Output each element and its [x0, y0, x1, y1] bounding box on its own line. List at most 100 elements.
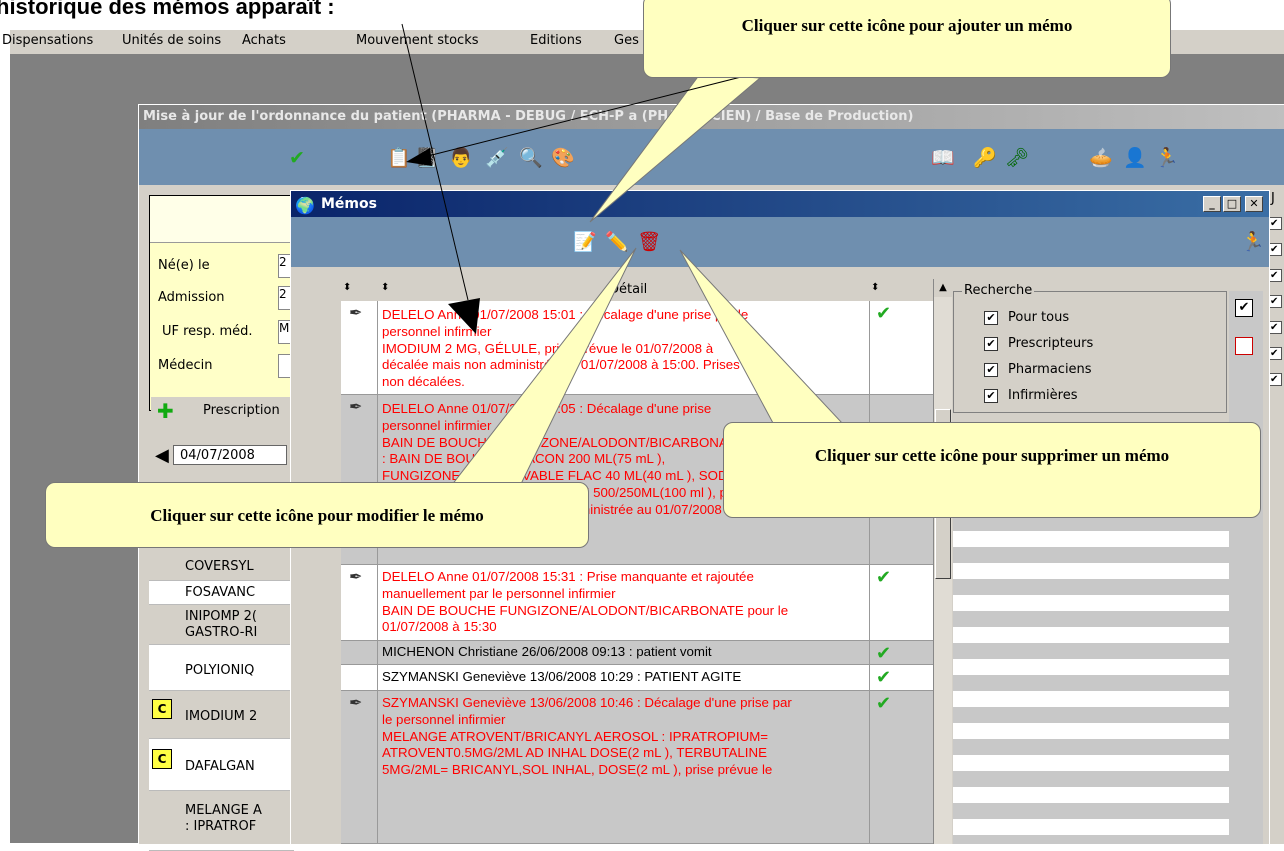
close-button[interactable]: ✕ [1245, 196, 1263, 212]
sort-icon[interactable]: ⬍ [381, 282, 389, 293]
drug-name: IMODIUM 2 [185, 709, 258, 724]
menu-achats[interactable]: Achats [242, 33, 286, 48]
c-badge-icon: C [152, 749, 172, 769]
table-row[interactable]: ✒ DELELO Anne 01/07/2008 15:31 : Prise m… [341, 565, 933, 641]
search-legend: Recherche [962, 283, 1035, 298]
delete-memo-icon[interactable]: 🗑 [637, 231, 661, 253]
previous-date-arrow-icon[interactable]: ◀ [155, 445, 169, 466]
key-icon[interactable]: 🔑 [973, 147, 997, 169]
result-line [953, 595, 1229, 611]
filter-label: Pharmaciens [1008, 362, 1092, 377]
filter-label: Infirmières [1008, 388, 1078, 403]
table-row[interactable]: SZYMANSKI Geneviève 13/06/2008 10:29 : P… [341, 665, 933, 691]
result-line [953, 627, 1229, 643]
delete-memo-callout: Cliquer sur cette icône pour supprimer u… [723, 422, 1261, 518]
strip-checkbox[interactable]: ✔ [1269, 321, 1282, 334]
strip-checkbox[interactable]: ✔ [1269, 269, 1282, 282]
filter-prescripteurs[interactable]: ✔ Prescripteurs [984, 336, 1093, 351]
checkbox[interactable]: ✔ [984, 310, 998, 325]
table-row[interactable]: MICHENON Christiane 26/06/2008 09:13 : p… [341, 641, 933, 665]
checkbox[interactable]: ✔ [984, 362, 998, 377]
edit-memo-callout: Cliquer sur cette icône pour modifier le… [45, 482, 589, 548]
date-input[interactable]: 04/07/2008 [173, 445, 287, 465]
list-item[interactable]: COVERSYL [149, 551, 294, 581]
strip-checkbox[interactable]: ✔ [1269, 373, 1282, 386]
strip-checkbox[interactable]: ✔ [1269, 217, 1282, 230]
strip-checkbox[interactable]: ✔ [1269, 347, 1282, 360]
select-all-icon[interactable]: ✔ [1235, 299, 1253, 317]
open-book-icon[interactable]: 📖 [931, 147, 955, 169]
strip-checkbox[interactable]: ✔ [1269, 243, 1282, 256]
menu-mouvement-stocks[interactable]: Mouvement stocks [356, 33, 479, 48]
memo-grid-header: ⬍ ⬍ Détail ⬍ [341, 279, 933, 302]
drug-name: POLYIONIQ [185, 663, 255, 678]
menu-editions[interactable]: Editions [530, 33, 582, 48]
scroll-up-arrow-icon[interactable]: ▲ [934, 279, 952, 297]
drug-name: FOSAVANC [185, 585, 256, 600]
pen-icon: ✒ [349, 303, 363, 322]
user-icon[interactable]: 👤 [1123, 147, 1147, 169]
validate-icon[interactable]: ✔ [289, 147, 305, 169]
result-line [953, 819, 1229, 835]
pen-icon: ✒ [349, 397, 363, 416]
doctor-icon[interactable]: 👨 [449, 147, 473, 169]
menu-gestion[interactable]: Ges [614, 33, 639, 48]
filter-pharmaciens[interactable]: ✔ Pharmaciens [984, 362, 1092, 377]
list-item[interactable]: MELANGE A : IPRATROF [149, 791, 294, 851]
app-globe-icon: 🌍 [295, 196, 315, 215]
pen-icon: ✒ [349, 567, 363, 586]
edit-memo-icon[interactable]: ✏️ [605, 231, 629, 253]
list-item[interactable]: C DAFALGAN [149, 739, 294, 791]
check-icon: ✔ [876, 693, 892, 714]
search-doc-icon[interactable]: 🔍 [519, 147, 543, 169]
table-row[interactable]: ✒ SZYMANSKI Geneviève 13/06/2008 10:46 :… [341, 691, 933, 844]
check-icon: ✔ [876, 643, 892, 664]
check-icon: ✔ [876, 567, 892, 588]
sort-icon[interactable]: ⬍ [871, 282, 879, 293]
add-prescription-icon[interactable]: ✚ [157, 399, 174, 423]
memo-scrollbar[interactable]: ▲ [933, 279, 952, 844]
minimize-button[interactable]: _ [1203, 196, 1221, 212]
list-item[interactable]: C IMODIUM 2 [149, 691, 294, 739]
exit-icon[interactable]: 🏃 [1241, 231, 1265, 253]
list-item[interactable]: POLYIONIQ [149, 645, 294, 691]
palette-icon[interactable]: 🎨 [551, 147, 575, 169]
filter-pour-tous[interactable]: ✔ Pour tous [984, 310, 1069, 325]
result-line [953, 659, 1229, 675]
sort-icon[interactable]: ⬍ [343, 282, 351, 293]
maximize-button[interactable]: □ [1223, 196, 1241, 212]
menu-dispensations[interactable]: Dispensations [2, 33, 93, 48]
prescription-tab[interactable]: ✚ Prescription [151, 397, 291, 425]
detail-column-header[interactable]: Détail [609, 282, 647, 297]
window-title: Mise à jour de l'ordonnance du patient (… [139, 105, 1284, 129]
pie-chart-icon[interactable]: 🥧 [1089, 147, 1113, 169]
menu-unites-de-soins[interactable]: Unités de soins [122, 33, 221, 48]
delete-memo-callout-text: Cliquer sur cette icône pour supprimer u… [814, 446, 1170, 465]
memo-grid: ✒ DELELO Anne 01/07/2008 15:01 : Décalag… [341, 301, 933, 844]
doctor-label: Médecin [158, 358, 213, 373]
result-line [953, 755, 1229, 771]
memo-text: SZYMANSKI Geneviève 13/06/2008 10:29 : P… [382, 669, 742, 684]
c-badge-icon: C [152, 699, 172, 719]
memo-icon[interactable]: 📋 [387, 147, 411, 169]
add-key-icon[interactable]: 🗝 [1005, 147, 1029, 169]
strip-checkbox[interactable]: ✔ [1269, 295, 1282, 308]
exit-icon[interactable]: 🏃 [1155, 147, 1179, 169]
checkbox[interactable]: ✔ [984, 336, 998, 351]
strip-label: J [1271, 191, 1275, 206]
side-button-panel: ✔ [1229, 291, 1263, 844]
deselect-all-icon[interactable] [1235, 337, 1253, 355]
results-list [953, 491, 1229, 844]
drug-name: INIPOMP 2( [185, 609, 257, 624]
list-item[interactable]: FOSAVANC [149, 581, 294, 605]
checkbox[interactable]: ✔ [984, 388, 998, 403]
memo-text: SZYMANSKI Geneviève 13/06/2008 10:46 : D… [382, 695, 792, 778]
filter-infirmieres[interactable]: ✔ Infirmières [984, 388, 1077, 403]
list-item[interactable]: INIPOMP 2( GASTRO-RI [149, 605, 294, 645]
result-line [953, 723, 1229, 739]
result-line [953, 787, 1229, 803]
add-memo-icon[interactable]: 📝 [573, 231, 597, 253]
book-icon[interactable]: 📓 [415, 147, 439, 169]
syringe-icon[interactable]: 💉 [485, 147, 509, 169]
table-row[interactable]: ✒ DELELO Anne 01/07/2008 15:01 : Décalag… [341, 301, 933, 395]
